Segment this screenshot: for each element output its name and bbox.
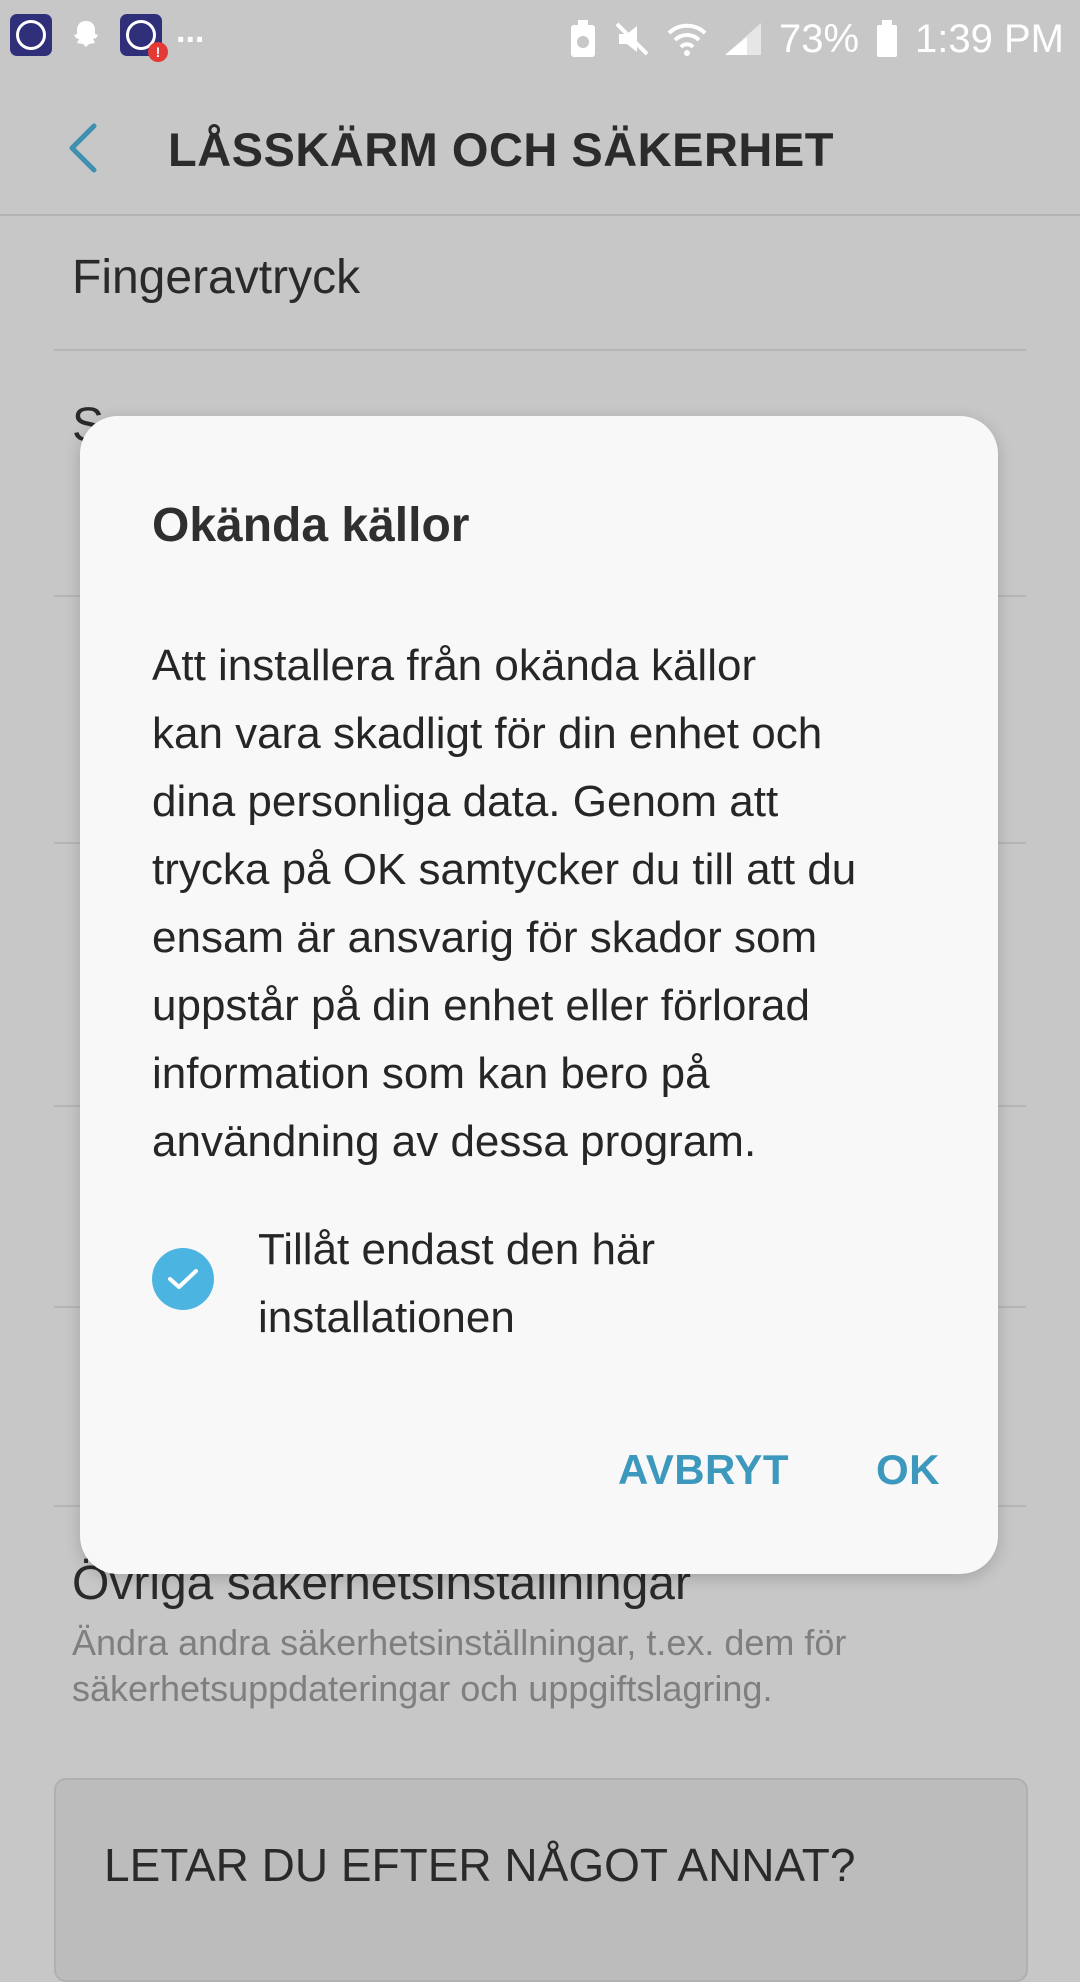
notification-icons: ! ...	[10, 12, 205, 62]
unknown-sources-dialog: Okända källor Att installera från okända…	[80, 416, 998, 1574]
dialog-message: Att installera från okända källor kan va…	[152, 632, 942, 1176]
dialog-message-line: ensam är ansvarig för skador som	[152, 913, 818, 962]
dialog-message-line: uppstår på din enhet eller förlorad	[152, 981, 810, 1030]
dialog-message-line: Att installera från okända källor	[152, 641, 757, 690]
battery-saver-icon	[570, 20, 595, 57]
page-title: LÅSSKÄRM OCH SÄKERHET	[168, 123, 834, 176]
signal-icon	[724, 23, 761, 55]
app-header: LÅSSKÄRM OCH SÄKERHET	[0, 78, 1080, 214]
allow-once-label-line: Tillåt endast den här	[258, 1225, 656, 1274]
cancel-button[interactable]: AVBRYT	[618, 1446, 789, 1494]
app-alert-icon: !	[120, 14, 168, 62]
header-divider	[0, 214, 1080, 216]
allow-once-checkbox[interactable]	[152, 1248, 214, 1310]
dialog-message-line: användning av dessa program.	[152, 1117, 757, 1166]
wifi-icon	[667, 23, 707, 56]
battery-icon	[877, 20, 898, 57]
dialog-message-line: trycka på OK samtycker du till att du	[152, 845, 857, 894]
status-bar: ! ... 73% 1:39 PM	[0, 0, 1080, 78]
fingerprint-setting[interactable]: Fingeravtryck	[72, 250, 360, 305]
more-notifications-icon: ...	[176, 12, 205, 50]
app-notification-icon	[10, 14, 52, 56]
allow-once-label[interactable]: Tillåt endast den här installationen	[258, 1216, 655, 1352]
ok-button[interactable]: OK	[876, 1446, 940, 1494]
dialog-message-line: dina personliga data. Genom att	[152, 777, 779, 826]
help-card-label: LETAR DU EFTER NÅGOT ANNAT?	[104, 1839, 856, 1891]
back-arrow-icon[interactable]	[60, 118, 110, 178]
clock: 1:39 PM	[915, 16, 1064, 61]
dialog-title: Okända källor	[152, 499, 470, 552]
snapchat-icon	[66, 15, 106, 55]
dialog-message-line: information som kan bero på	[152, 1049, 710, 1098]
list-divider	[54, 349, 1026, 351]
allow-once-label-line: installationen	[258, 1293, 515, 1342]
system-status: 73% 1:39 PM	[569, 10, 1064, 68]
battery-percent: 73%	[778, 16, 860, 61]
dialog-message-line: kan vara skadligt för din enhet och	[152, 709, 823, 758]
mute-icon	[615, 22, 649, 56]
checkmark-icon	[168, 1269, 198, 1289]
other-security-settings-desc-1: Ändra andra säkerhetsinställningar, t.ex…	[72, 1622, 847, 1663]
help-card[interactable]: LETAR DU EFTER NÅGOT ANNAT?	[54, 1778, 1028, 1982]
other-security-settings-desc-2: säkerhetsuppdateringar och uppgiftslagri…	[72, 1668, 773, 1709]
